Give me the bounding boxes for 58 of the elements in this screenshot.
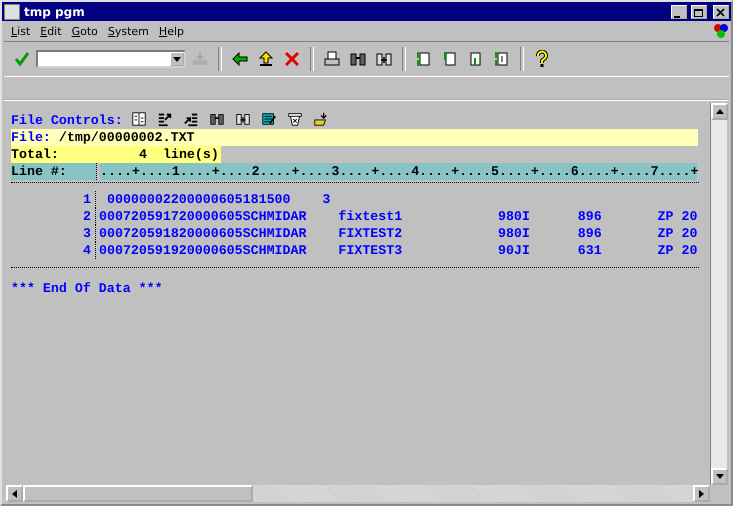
end-of-data: *** End Of Data *** xyxy=(11,280,164,297)
caret-icon xyxy=(173,56,181,62)
total-unit: line(s) xyxy=(162,146,219,163)
trash-icon xyxy=(286,111,304,127)
minimize-icon xyxy=(674,16,680,18)
up-triangle-icon xyxy=(716,109,724,114)
help-icon xyxy=(533,50,551,68)
menu-item[interactable]: Edit xyxy=(35,24,67,38)
file-path: /tmp/00000002.TXT xyxy=(58,129,195,146)
file-label: File: xyxy=(11,129,52,146)
collapse-icon xyxy=(182,111,200,127)
binoculars-icon xyxy=(208,111,226,127)
menu-item[interactable]: List xyxy=(6,24,36,38)
vertical-scrollbar[interactable] xyxy=(710,103,727,485)
scroll-down-button[interactable] xyxy=(711,468,728,485)
scroll-left-button[interactable] xyxy=(6,485,23,502)
line-number: 1 xyxy=(82,191,92,208)
cancel-icon xyxy=(283,50,301,68)
close-button[interactable] xyxy=(713,4,729,18)
down-triangle-icon xyxy=(716,474,724,479)
line-text: 000720591920000605SCHMIDAR FIXTEST3 90JI 631 ZP 20 xyxy=(99,243,698,258)
line-text: 00000002200000605181500 3 xyxy=(106,192,330,207)
line-number: 4 xyxy=(82,242,92,259)
menu-item[interactable]: System xyxy=(102,24,154,38)
total-label: Total: xyxy=(11,146,60,163)
window-title: tmp pgm xyxy=(24,4,86,18)
menu-item[interactable]: Goto xyxy=(66,24,103,38)
total-count: 4 xyxy=(139,146,147,163)
close-icon xyxy=(715,8,727,18)
tray-arrow-icon xyxy=(191,50,209,68)
line-number-header: Line #: xyxy=(11,163,96,180)
left-arrow-icon xyxy=(231,50,249,68)
notepad-icon xyxy=(260,111,278,127)
column-ruler: ....+....1....+....2....+....3....+....4....+....5....+....6....+....7....+ xyxy=(100,163,697,180)
line-text: 000720591720000605SCHMIDAR fixtest1 980I 896 ZP 20 xyxy=(99,209,698,224)
controls-label: File Controls: xyxy=(11,112,123,128)
maximize-button[interactable] xyxy=(691,4,707,18)
color-circles-icon xyxy=(713,23,729,39)
binoculars-plus-icon xyxy=(234,111,252,127)
menu-item[interactable]: Help xyxy=(154,24,189,38)
app-icon xyxy=(4,4,20,20)
scroll-up-button[interactable] xyxy=(711,103,728,120)
checkmark-icon xyxy=(13,50,31,68)
command-field[interactable] xyxy=(36,50,186,68)
scroll-thumb[interactable] xyxy=(23,485,253,502)
right-triangle-icon xyxy=(699,490,704,498)
minimize-button[interactable] xyxy=(671,4,687,18)
up-arrow-icon xyxy=(257,50,275,68)
horizontal-scrollbar[interactable] xyxy=(6,485,710,502)
line-text: 000720591820000605SCHMIDAR FIXTEST2 980I 896 ZP 20 xyxy=(99,226,698,241)
maximize-icon xyxy=(693,8,705,18)
left-triangle-icon xyxy=(12,490,17,498)
dropdown-button[interactable] xyxy=(170,52,184,66)
line-number: 3 xyxy=(82,225,92,242)
columns-icon xyxy=(130,111,148,127)
line-number: 2 xyxy=(82,208,92,225)
scroll-right-button[interactable] xyxy=(693,485,710,502)
printer-icon xyxy=(323,50,341,68)
